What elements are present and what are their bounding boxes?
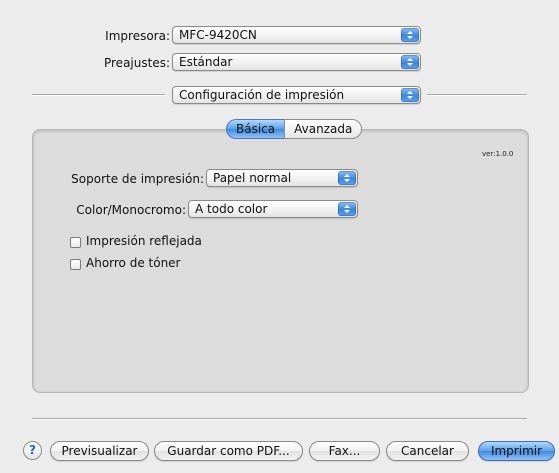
section-value: Configuración de impresión <box>179 88 345 102</box>
color-mode-value: A todo color <box>195 202 268 216</box>
toner-save-checkbox[interactable] <box>70 259 81 270</box>
popup-arrows-icon <box>401 55 419 69</box>
printer-value: MFC-9420CN <box>179 28 257 42</box>
separator <box>32 94 165 95</box>
media-popup[interactable]: Papel normal <box>206 169 358 187</box>
version-text: ver:1.0.0 <box>482 150 514 158</box>
toner-save-label: Ahorro de tóner <box>86 256 181 270</box>
popup-arrows-icon <box>338 171 356 185</box>
tab-bar: Básica Avanzada <box>226 119 363 139</box>
printer-label: Impresora: <box>105 29 170 43</box>
popup-arrows-icon <box>401 28 419 42</box>
media-label: Soporte de impresión: <box>71 172 204 186</box>
separator <box>427 94 527 95</box>
mirror-print-checkbox[interactable] <box>70 237 81 248</box>
fax-button[interactable]: Fax... <box>309 441 380 461</box>
save-pdf-button[interactable]: Guardar como PDF... <box>154 441 303 461</box>
cancel-button[interactable]: Cancelar <box>386 441 469 461</box>
presets-label: Preajustes: <box>103 56 170 70</box>
help-icon: ? <box>29 443 36 457</box>
tab-avanzada[interactable]: Avanzada <box>284 119 363 139</box>
color-mode-popup[interactable]: A todo color <box>188 200 358 218</box>
popup-arrows-icon <box>338 202 356 216</box>
media-value: Papel normal <box>213 171 292 185</box>
printer-popup[interactable]: MFC-9420CN <box>172 26 421 44</box>
mirror-print-label: Impresión reflejada <box>86 234 202 248</box>
bottom-separator <box>32 418 527 419</box>
section-popup[interactable]: Configuración de impresión <box>172 86 421 104</box>
help-button[interactable]: ? <box>23 441 42 460</box>
presets-popup[interactable]: Estándar <box>172 53 421 71</box>
tab-basica[interactable]: Básica <box>226 119 285 139</box>
color-mode-label: Color/Monocromo: <box>76 203 186 217</box>
print-button[interactable]: Imprimir <box>478 441 555 461</box>
popup-arrows-icon <box>401 88 419 102</box>
presets-value: Estándar <box>179 55 233 69</box>
preview-button[interactable]: Previsualizar <box>50 441 149 461</box>
